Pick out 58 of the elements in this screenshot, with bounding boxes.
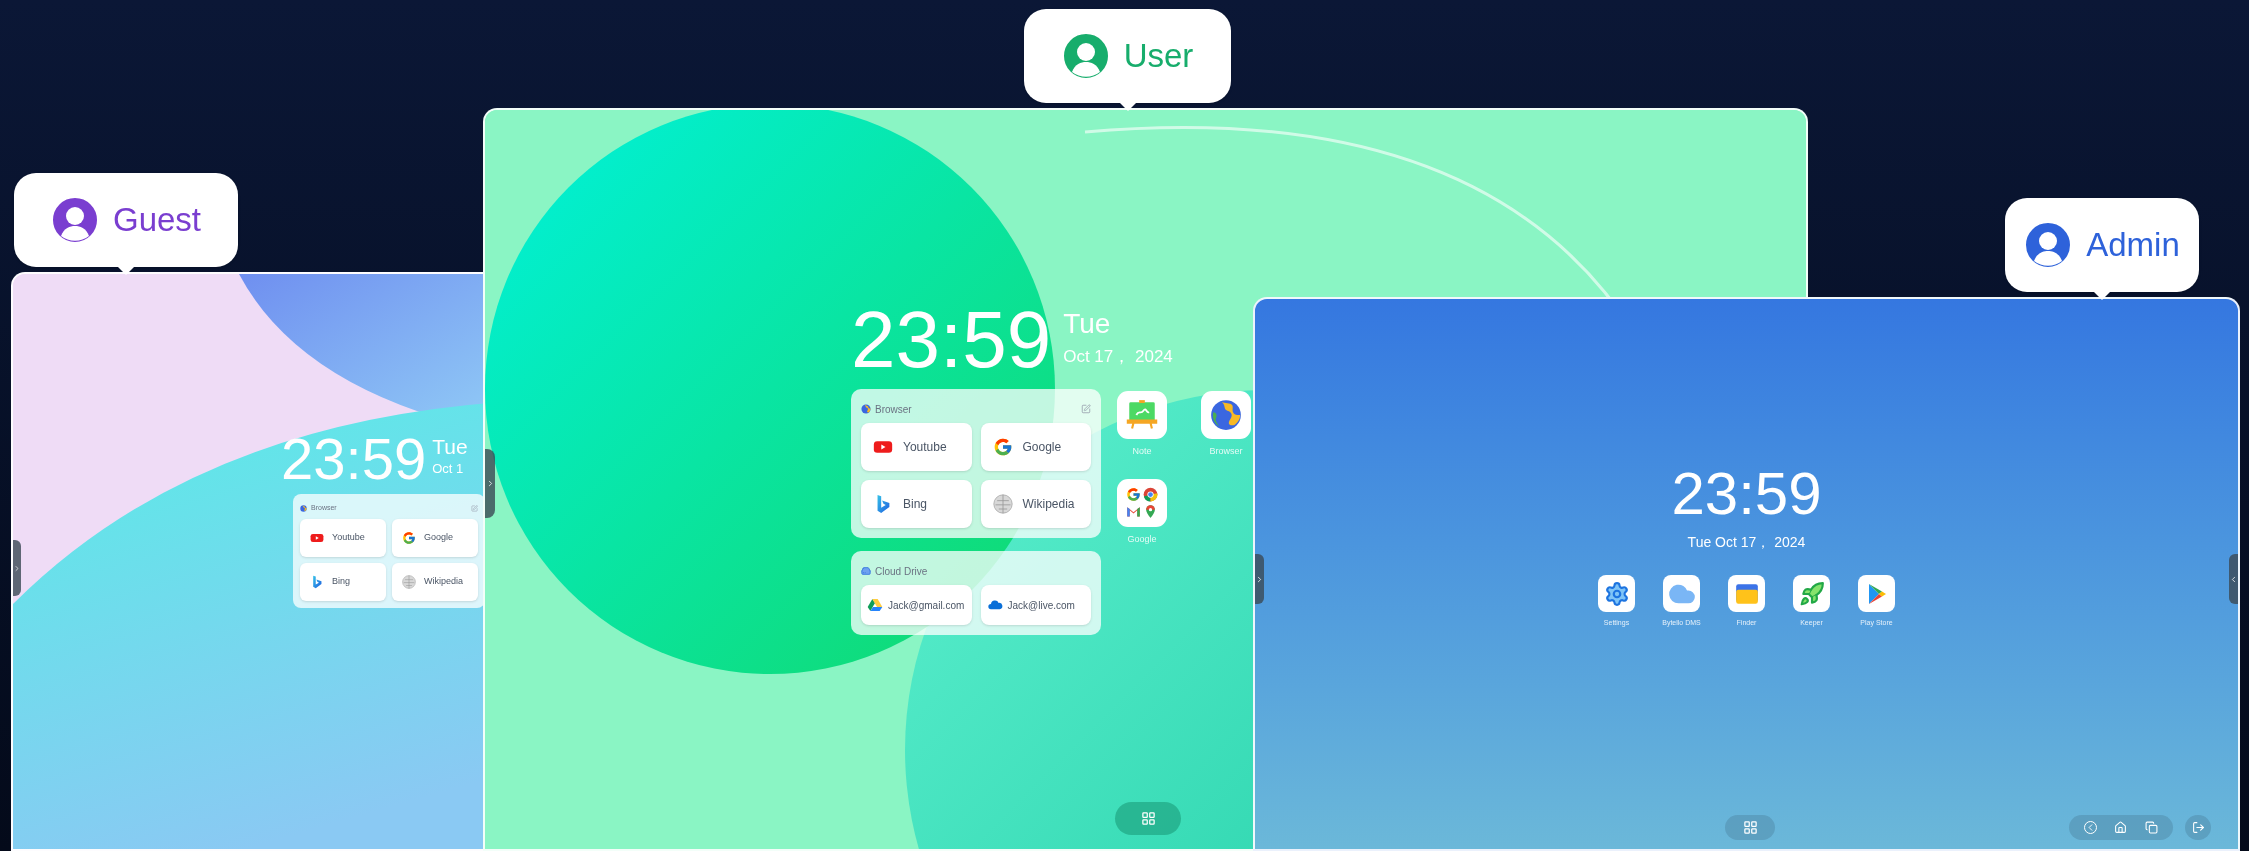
shortcut-tile[interactable]: Youtube	[861, 423, 972, 471]
globe-icon	[1209, 398, 1243, 432]
app-label: Google	[1127, 532, 1157, 546]
exit-button[interactable]	[2185, 815, 2211, 840]
google-g-icon	[402, 531, 416, 545]
app-grid-icon	[1140, 811, 1156, 826]
clock-time: 23:59	[281, 430, 427, 488]
app-drawer-button[interactable]	[1115, 802, 1181, 835]
profile-name: Guest	[112, 200, 201, 241]
google-g-icon	[992, 437, 1013, 457]
widget-title: Cloud Drive	[875, 564, 928, 579]
shortcut-tile[interactable]: Youtube	[300, 519, 386, 557]
recent-apps-button[interactable]	[2145, 821, 2159, 834]
clock-date: Tue Oct 17， 2024	[1687, 533, 1806, 552]
shortcut-tile[interactable]: Jack@live.com	[980, 585, 1091, 625]
chevron-icon	[2229, 574, 2238, 584]
app-drawer-button[interactable]	[1725, 815, 1775, 840]
shortcut-tile[interactable]: Google	[392, 519, 478, 557]
triangle-drive-icon	[867, 597, 883, 613]
clock-day: Tue	[432, 436, 468, 457]
chevron-icon	[13, 563, 21, 573]
widget-title: Browser	[875, 402, 912, 417]
profile-name: User	[1123, 36, 1194, 77]
easel-board-icon	[1125, 398, 1159, 432]
clock-date: Oct 1	[432, 462, 465, 475]
b-logo-icon	[310, 575, 324, 589]
side-handle[interactable]	[2229, 554, 2238, 604]
shortcut-tile[interactable]: Google	[980, 423, 1091, 471]
profile-bubble[interactable]: Guest	[14, 173, 238, 267]
profile-name: Admin	[2086, 225, 2180, 266]
globe-icon	[861, 404, 871, 414]
side-handle[interactable]	[13, 540, 21, 596]
shortcut-tile[interactable]: Bing	[861, 480, 972, 528]
clock-date: Oct 17， 2024	[1063, 348, 1173, 365]
shortcut-tile[interactable]: Wikipedia	[980, 480, 1091, 528]
edit-icon[interactable]	[1081, 404, 1091, 414]
app-folder-icon	[1126, 486, 1158, 519]
profile-bubble[interactable]: Admin	[2005, 198, 2199, 292]
app-label: Browser	[1209, 445, 1243, 458]
video-play-icon	[310, 531, 324, 545]
side-handle[interactable]	[485, 449, 495, 518]
shortcut-tile[interactable]: Jack@gmail.com	[861, 585, 972, 625]
app-label: Note	[1132, 445, 1152, 458]
edit-icon[interactable]	[471, 504, 478, 512]
chevron-icon	[1255, 574, 1264, 584]
clock-time: 23:59	[1671, 464, 1822, 524]
stacked-windows-icon	[2145, 821, 2159, 834]
cloud-icon	[986, 599, 1003, 611]
home-button[interactable]	[2114, 821, 2128, 834]
shortcut-tile[interactable]: Wikipedia	[392, 563, 478, 601]
globe-icon	[300, 504, 307, 512]
shortcut-tile[interactable]: Bing	[300, 563, 386, 601]
home-icon	[2114, 821, 2128, 834]
side-handle[interactable]	[1255, 554, 1264, 604]
exit-icon	[2191, 821, 2205, 834]
clock-day: Tue	[1063, 310, 1173, 338]
clock-time: 23:59	[851, 300, 1052, 380]
app-grid-icon	[1742, 820, 1758, 835]
